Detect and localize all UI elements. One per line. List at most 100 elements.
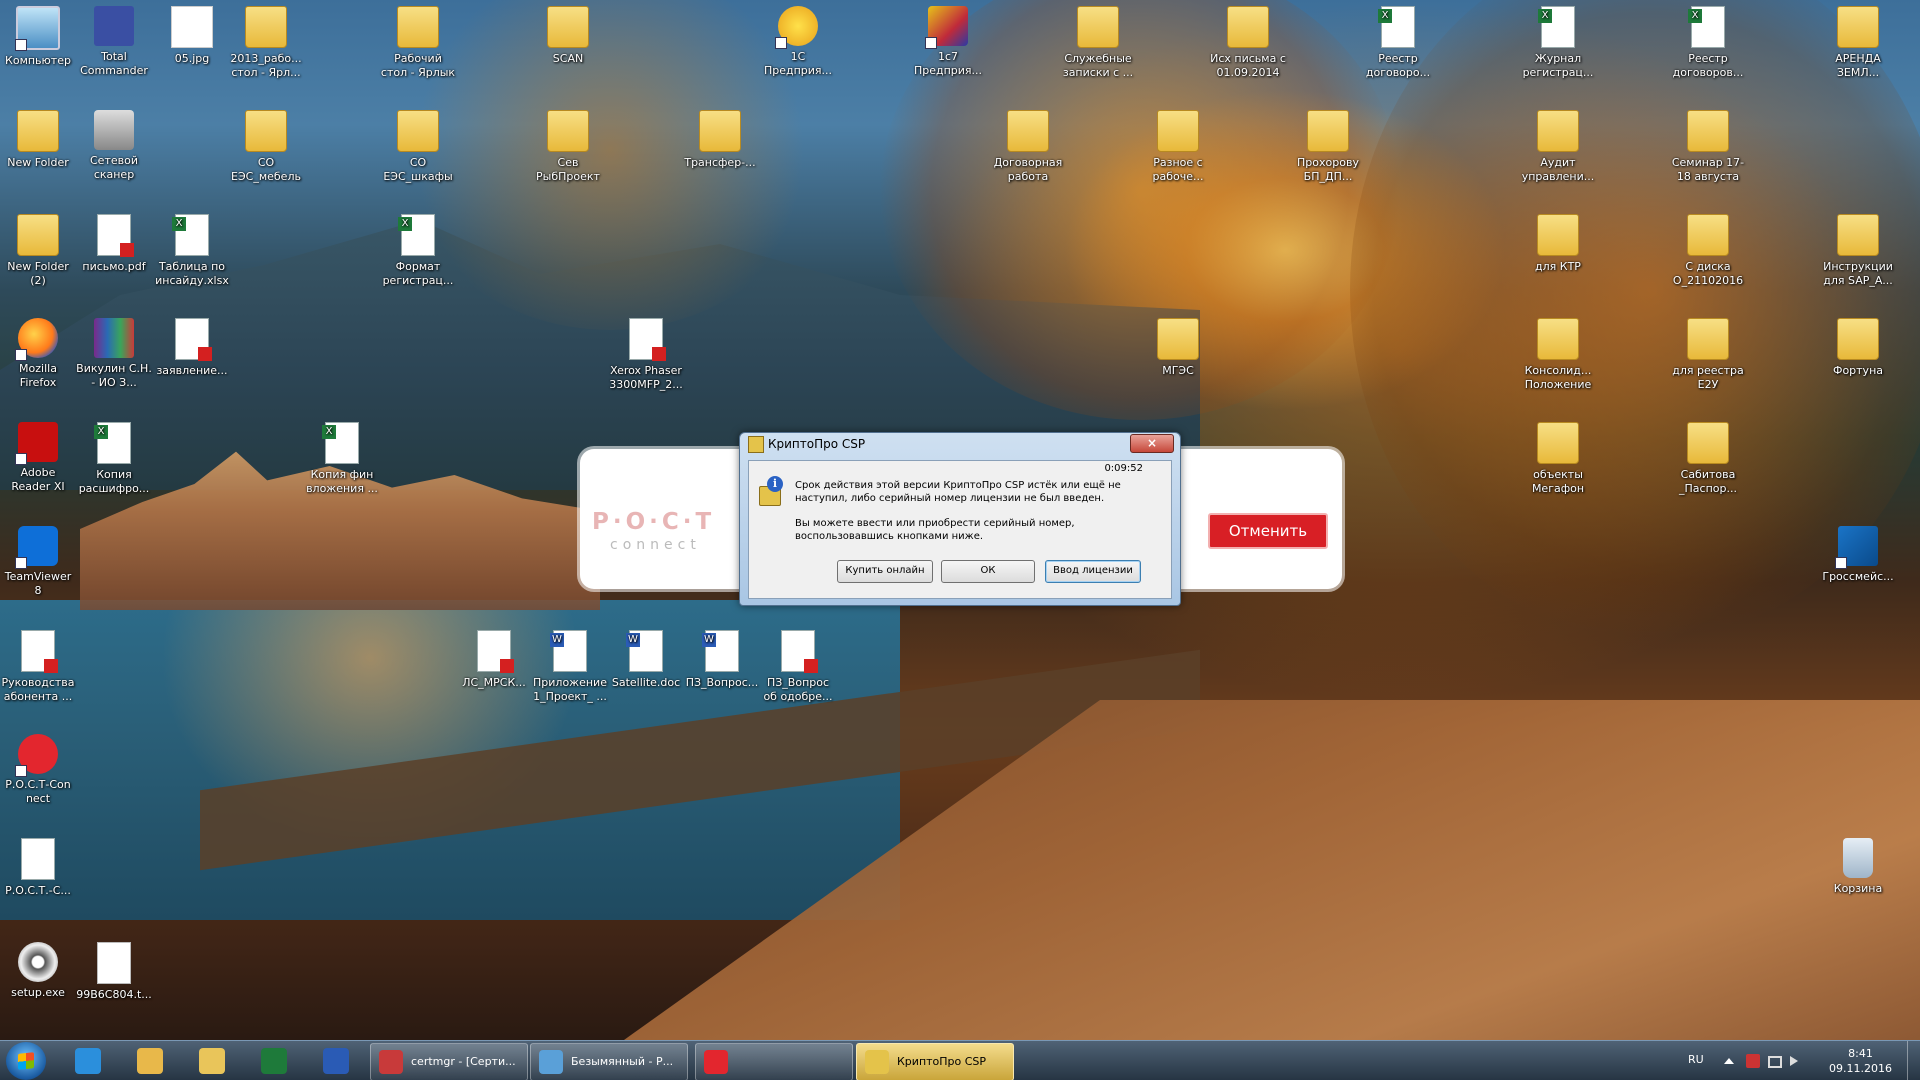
network-icon[interactable]: [1768, 1056, 1782, 1068]
desktop-icon-label: Таблица по инсайду.xlsx: [155, 260, 229, 287]
buy-online-button[interactable]: Купить онлайн: [837, 560, 933, 583]
desktop-icon[interactable]: Satellite.doc: [608, 630, 684, 690]
desktop-icon[interactable]: Total Commander: [76, 6, 152, 78]
ok-button[interactable]: ОК: [941, 560, 1035, 583]
desktop-icon[interactable]: setup.exe: [0, 942, 76, 1000]
pinned-outlook[interactable]: [124, 1044, 176, 1078]
taskbar-window-button[interactable]: [695, 1043, 853, 1080]
desktop-icon[interactable]: для реестра E2У: [1670, 318, 1746, 392]
desktop-icon[interactable]: Корзина: [1820, 838, 1896, 896]
desktop-icon-label: Викулин С.Н. - ИО З...: [76, 362, 152, 389]
dialog-titlebar[interactable]: КриптоПро CSP ×: [740, 433, 1180, 455]
taskbar-window-button[interactable]: КриптоПро CSP: [856, 1043, 1014, 1080]
desktop-icon[interactable]: Разное с рабоче...: [1140, 110, 1216, 184]
desktop-icon[interactable]: Журнал регистрац...: [1520, 6, 1596, 80]
desktop-icon[interactable]: New Folder (2): [0, 214, 76, 288]
desktop-icon[interactable]: SCAN: [530, 6, 606, 66]
show-desktop-button[interactable]: [1907, 1041, 1920, 1080]
action-center-flag-icon[interactable]: [1746, 1054, 1760, 1068]
desktop-icon[interactable]: для КТР: [1520, 214, 1596, 274]
excel-icon: [261, 1048, 287, 1074]
pinned-excel[interactable]: [248, 1044, 300, 1078]
desktop-icon[interactable]: Руководства абонента ...: [0, 630, 76, 704]
desktop-icon[interactable]: 2013_рабо... стол - Ярл...: [228, 6, 304, 80]
pinned-internet-explorer[interactable]: [62, 1044, 114, 1078]
desktop-icon-label: для КТР: [1535, 260, 1581, 273]
taskbar-window-button[interactable]: certmgr - [Серти...: [370, 1043, 528, 1080]
desktop-icon[interactable]: Р.О.С.Т.-С...: [0, 838, 76, 898]
desktop-icon[interactable]: Реестр договоров...: [1670, 6, 1746, 80]
desktop-icon[interactable]: Служебные записки с ...: [1060, 6, 1136, 80]
window-app-icon: [704, 1050, 728, 1074]
desktop-icon[interactable]: С диска О_21102016: [1670, 214, 1746, 288]
desktop-icon[interactable]: ПЗ_Вопрос об одобре...: [760, 630, 836, 704]
desktop-icon[interactable]: Mozilla Firefox: [0, 318, 76, 390]
desktop-icon[interactable]: TeamViewer 8: [0, 526, 76, 598]
desktop-icon[interactable]: Викулин С.Н. - ИО З...: [76, 318, 152, 390]
desktop-icon[interactable]: Adobe Reader XI: [0, 422, 76, 494]
folder-icon: [1687, 422, 1729, 464]
desktop-icon[interactable]: Инструкции для SAP_A...: [1820, 214, 1896, 288]
desktop-icon[interactable]: Трансфер-...: [682, 110, 758, 170]
desktop-icon[interactable]: 1С Предприя...: [760, 6, 836, 78]
folder-icon: [1837, 214, 1879, 256]
desktop-icon[interactable]: МГЭС: [1140, 318, 1216, 378]
desktop-icon-label: Журнал регистрац...: [1522, 52, 1594, 79]
desktop-icon-label: Mozilla Firefox: [19, 362, 57, 389]
cancel-button[interactable]: Отменить: [1208, 513, 1328, 549]
desktop-icon[interactable]: Фортуна: [1820, 318, 1896, 378]
desktop-icon[interactable]: Аудит управлени...: [1520, 110, 1596, 184]
desktop-icon[interactable]: Xerox Phaser 3300MFP_2...: [608, 318, 684, 392]
taskbar-window-button[interactable]: Безымянный - Р...: [530, 1043, 688, 1080]
enter-license-button[interactable]: Ввод лицензии: [1045, 560, 1141, 583]
desktop-icon[interactable]: Сетевой сканер: [76, 110, 152, 182]
rostct-icon: [15, 734, 58, 777]
desktop-icon-label: Р.О.С.Т.-С...: [5, 884, 71, 897]
volume-icon[interactable]: [1790, 1056, 1798, 1066]
blank-icon: [97, 942, 131, 984]
window-app-icon: [539, 1050, 563, 1074]
start-button[interactable]: [6, 1042, 46, 1080]
desktop-icon[interactable]: Семинар 17-18 августа: [1670, 110, 1746, 184]
desktop-icon[interactable]: Исх письма с 01.09.2014: [1210, 6, 1286, 80]
desktop-icon-label: Сабитова _Паспор...: [1679, 468, 1737, 495]
desktop-icon[interactable]: СО ЕЭС_мебель: [228, 110, 304, 184]
desktop-icon[interactable]: Копия фин вложения ...: [304, 422, 380, 496]
desktop-icon[interactable]: Гроссмейс...: [1820, 526, 1896, 584]
desktop-icon[interactable]: заявление...: [154, 318, 230, 378]
img-icon: [171, 6, 213, 48]
desktop-icon[interactable]: New Folder: [0, 110, 76, 170]
desktop-icon[interactable]: объекты Мегафон: [1520, 422, 1596, 496]
desktop-icon[interactable]: Сабитова _Паспор...: [1670, 422, 1746, 496]
clock[interactable]: 8:41 09.11.2016: [1829, 1046, 1892, 1076]
desktop-icon[interactable]: письмо.pdf: [76, 214, 152, 274]
1c7-icon: [925, 6, 968, 49]
desktop-icon[interactable]: Компьютер: [0, 6, 76, 68]
desktop-icon[interactable]: АРЕНДА ЗЕМЛ...: [1820, 6, 1896, 80]
desktop-icon[interactable]: Прохорову БП_ДП...: [1290, 110, 1366, 184]
dialog-close-button[interactable]: ×: [1130, 434, 1174, 453]
desktop-icon[interactable]: ЛС_МРСК...: [456, 630, 532, 690]
desktop-icon[interactable]: Таблица по инсайду.xlsx: [154, 214, 230, 288]
desktop-icon[interactable]: 1с7 Предприя...: [910, 6, 986, 78]
desktop-icon[interactable]: Реестр договоро...: [1360, 6, 1436, 80]
desktop-icon[interactable]: Р.О.С.Т-Con nect: [0, 734, 76, 806]
pinned-explorer[interactable]: [186, 1044, 238, 1078]
desktop-icon[interactable]: 99B6C804.t...: [76, 942, 152, 1002]
desktop-icon[interactable]: 05.jpg: [154, 6, 230, 66]
desktop-icon-label: ПЗ_Вопрос...: [685, 676, 759, 689]
desktop-icon[interactable]: Консолид... Положение: [1520, 318, 1596, 392]
desktop-icon[interactable]: Рабочий стол - Ярлык: [380, 6, 456, 80]
show-hidden-icons-icon[interactable]: [1724, 1058, 1734, 1064]
desktop-icon[interactable]: СО ЕЭС_шкафы: [380, 110, 456, 184]
desktop-icon[interactable]: ПЗ_Вопрос...: [684, 630, 760, 690]
language-indicator[interactable]: RU: [1688, 1053, 1704, 1066]
desktop-icon-label: 1с7 Предприя...: [913, 50, 983, 77]
desktop-icon[interactable]: Сев РыбПроект: [530, 110, 606, 184]
pinned-word[interactable]: [310, 1044, 362, 1078]
desktop-icon[interactable]: Формат регистрац...: [380, 214, 456, 288]
desktop-icon[interactable]: Приложение 1_Проект_ ...: [532, 630, 608, 704]
xls-icon: [398, 214, 435, 256]
desktop-icon[interactable]: Копия расшифро...: [76, 422, 152, 496]
desktop-icon[interactable]: Договорная работа: [990, 110, 1066, 184]
